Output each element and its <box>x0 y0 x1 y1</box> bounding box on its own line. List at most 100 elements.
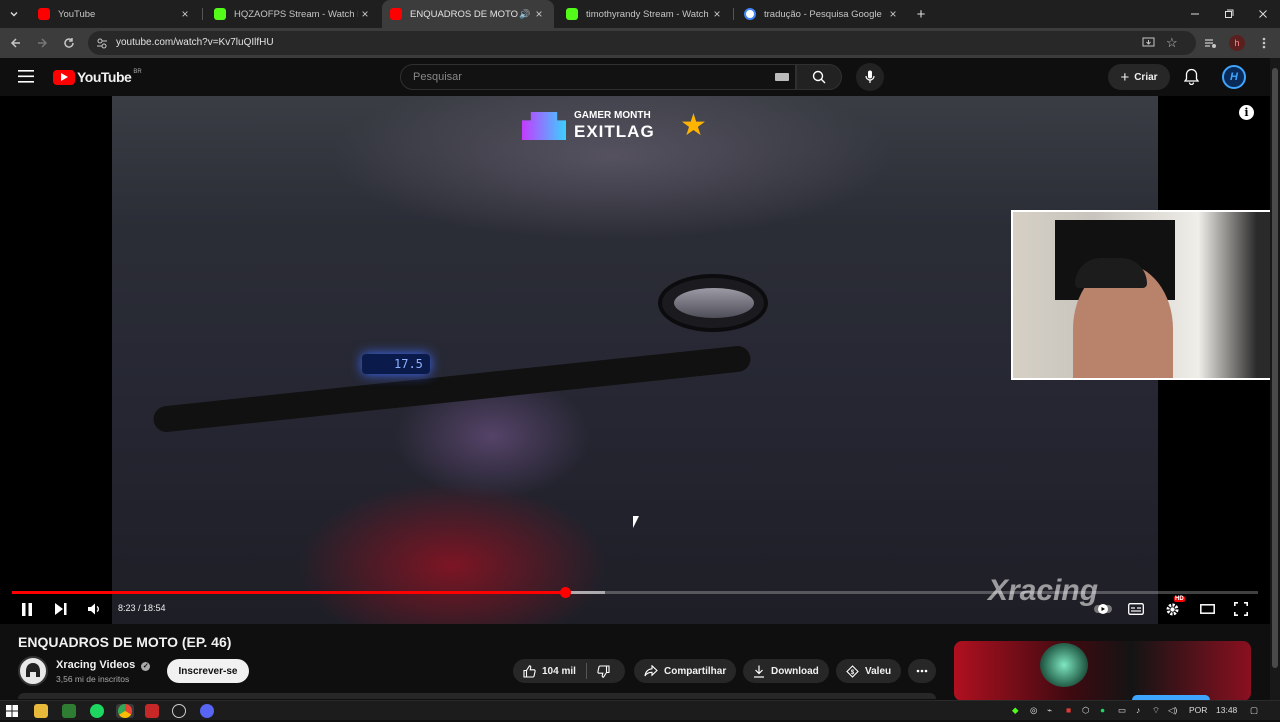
spotify-icon[interactable] <box>90 704 104 718</box>
tray-volume-icon[interactable]: ◁) <box>1168 705 1177 716</box>
new-tab-plus-icon[interactable]: + <box>908 0 934 28</box>
search-button[interactable] <box>796 64 842 90</box>
browser-menu-icon[interactable] <box>1254 33 1274 53</box>
settings-button[interactable]: HD <box>1162 596 1185 618</box>
install-app-icon[interactable] <box>1142 36 1155 54</box>
tray-kick-icon[interactable]: ◆ <box>1012 705 1019 716</box>
pause-button[interactable] <box>18 600 36 618</box>
tab-search-chevron-icon[interactable] <box>2 0 26 28</box>
share-button[interactable]: Compartilhar <box>634 659 737 683</box>
theater-mode-button[interactable] <box>1198 600 1216 618</box>
tray-keyboard-icon[interactable]: ▭ <box>1118 705 1126 716</box>
file-explorer-icon[interactable] <box>34 704 48 718</box>
fullscreen-button[interactable] <box>1232 600 1250 618</box>
scrollbar-thumb[interactable] <box>1272 68 1278 668</box>
close-tab-icon[interactable]: × <box>358 7 372 21</box>
close-tab-icon[interactable]: × <box>532 7 546 21</box>
tray-spotify-icon[interactable]: ● <box>1100 705 1105 715</box>
keyboard-icon[interactable] <box>775 73 789 81</box>
hamburger-menu-icon[interactable] <box>18 70 34 88</box>
media-controls-icon[interactable] <box>1200 33 1220 53</box>
time-display: 8:23 / 18:54 <box>118 603 166 613</box>
input-language[interactable]: POR <box>1189 705 1207 715</box>
page-scrollbar[interactable] <box>1270 58 1280 700</box>
share-icon <box>644 665 658 677</box>
skip-next-icon <box>55 603 67 615</box>
obs-icon[interactable] <box>172 704 186 718</box>
taskbar-clock[interactable]: 13:48 <box>1216 705 1237 715</box>
like-divider <box>585 663 587 679</box>
url-text: youtube.com/watch?v=Kv7luQIlfHU <box>116 37 274 48</box>
address-bar[interactable]: youtube.com/watch?v=Kv7luQIlfHU ☆ <box>88 31 1196 55</box>
notification-center-icon[interactable]: ▢ <box>1250 705 1258 716</box>
progress-bar[interactable] <box>12 587 1258 598</box>
youtube-favicon-icon <box>390 8 402 20</box>
profile-avatar[interactable]: h <box>1227 33 1247 53</box>
thanks-button[interactable]: $ Valeu <box>836 659 902 683</box>
close-window-icon[interactable] <box>1246 0 1280 28</box>
discord-icon[interactable] <box>200 704 214 718</box>
close-tab-icon[interactable]: × <box>710 7 724 21</box>
media-app-icon[interactable] <box>145 704 159 718</box>
tray-wifi-icon[interactable]: ⌔ <box>1152 705 1160 716</box>
speaker-icon[interactable]: 🔊 <box>518 9 532 20</box>
close-tab-icon[interactable]: × <box>178 7 192 21</box>
tray-microphone-icon[interactable]: ♪ <box>1136 705 1140 715</box>
google-favicon-icon <box>744 8 756 20</box>
tab-google-search[interactable]: tradução - Pesquisa Google × <box>736 0 908 28</box>
plus-icon: + <box>1120 68 1130 86</box>
restore-window-icon[interactable] <box>1212 0 1246 28</box>
bookmark-star-icon[interactable]: ☆ <box>1166 35 1178 51</box>
like-button[interactable]: 104 mil <box>523 664 576 678</box>
close-tab-icon[interactable]: × <box>886 7 900 21</box>
info-icon[interactable]: i <box>1239 105 1254 120</box>
dislike-button[interactable] <box>597 664 610 678</box>
volume-button[interactable] <box>85 600 103 618</box>
xbox-app-icon[interactable] <box>62 704 76 718</box>
streamer-cap <box>1075 258 1147 288</box>
account-avatar[interactable]: H <box>1222 65 1246 89</box>
subscribe-button[interactable]: Inscrever-se <box>167 659 249 683</box>
video-player[interactable]: GAMER MONTH EXITLAG ★ 17.5 i Xracing 8:2… <box>0 96 1270 624</box>
pause-icon <box>22 602 32 616</box>
more-actions-button[interactable] <box>908 659 936 683</box>
youtube-logo[interactable]: YouTube BR <box>53 69 142 85</box>
notifications-bell-icon[interactable] <box>1183 68 1200 90</box>
autoplay-toggle[interactable] <box>1094 600 1112 618</box>
tab-timothyrandy-stream[interactable]: timothyrandy Stream - Watch Live × <box>558 0 732 28</box>
tab-hqzaofps-stream[interactable]: HQZAOFPS Stream - Watch Live × <box>206 0 380 28</box>
download-icon <box>754 665 764 678</box>
next-video-button[interactable] <box>52 600 70 618</box>
create-button[interactable]: + Criar <box>1108 64 1170 90</box>
site-settings-icon[interactable] <box>96 36 108 54</box>
tray-network-icon[interactable]: ⌁ <box>1047 705 1052 716</box>
tray-steam-icon[interactable]: ◎ <box>1030 705 1037 716</box>
autoplay-toggle-icon <box>1094 604 1112 614</box>
subscriber-count: 3,56 mi de inscritos <box>56 674 130 684</box>
description-box[interactable] <box>18 693 936 699</box>
tab-enquadros-de-moto[interactable]: ENQUADROS DE MOTO (EP. 46) 🔊 × <box>382 0 554 28</box>
search-input[interactable]: Pesquisar <box>400 64 796 90</box>
channel-name[interactable]: Xracing Videos ✓ <box>56 659 151 671</box>
browser-tab-strip: YouTube × HQZAOFPS Stream - Watch Live ×… <box>0 0 1280 28</box>
tab-youtube[interactable]: YouTube × <box>30 0 200 28</box>
reload-icon[interactable] <box>59 33 79 53</box>
video-frame[interactable]: GAMER MONTH EXITLAG ★ 17.5 <box>112 96 1158 624</box>
channel-avatar[interactable] <box>18 656 48 686</box>
voice-search-button[interactable] <box>856 63 884 91</box>
forward-arrow-icon[interactable] <box>32 33 52 53</box>
thumbs-down-icon <box>597 664 610 678</box>
chrome-taskbar-icon[interactable] <box>116 704 134 718</box>
download-button[interactable]: Download <box>743 659 829 683</box>
minimize-window-icon[interactable] <box>1178 0 1212 28</box>
subtitles-button[interactable] <box>1126 600 1146 618</box>
windows-start-icon[interactable] <box>6 704 20 718</box>
tray-security-icon[interactable]: ⬡ <box>1082 705 1089 716</box>
back-arrow-icon[interactable] <box>6 33 26 53</box>
spartan-helmet-icon <box>26 663 40 677</box>
youtube-play-logo-icon <box>53 69 75 85</box>
recommended-ad-card[interactable] <box>954 641 1251 701</box>
tray-app-icon[interactable]: ■ <box>1066 705 1071 715</box>
super-thanks-icon: $ <box>846 664 859 678</box>
gear-icon <box>1166 603 1178 615</box>
